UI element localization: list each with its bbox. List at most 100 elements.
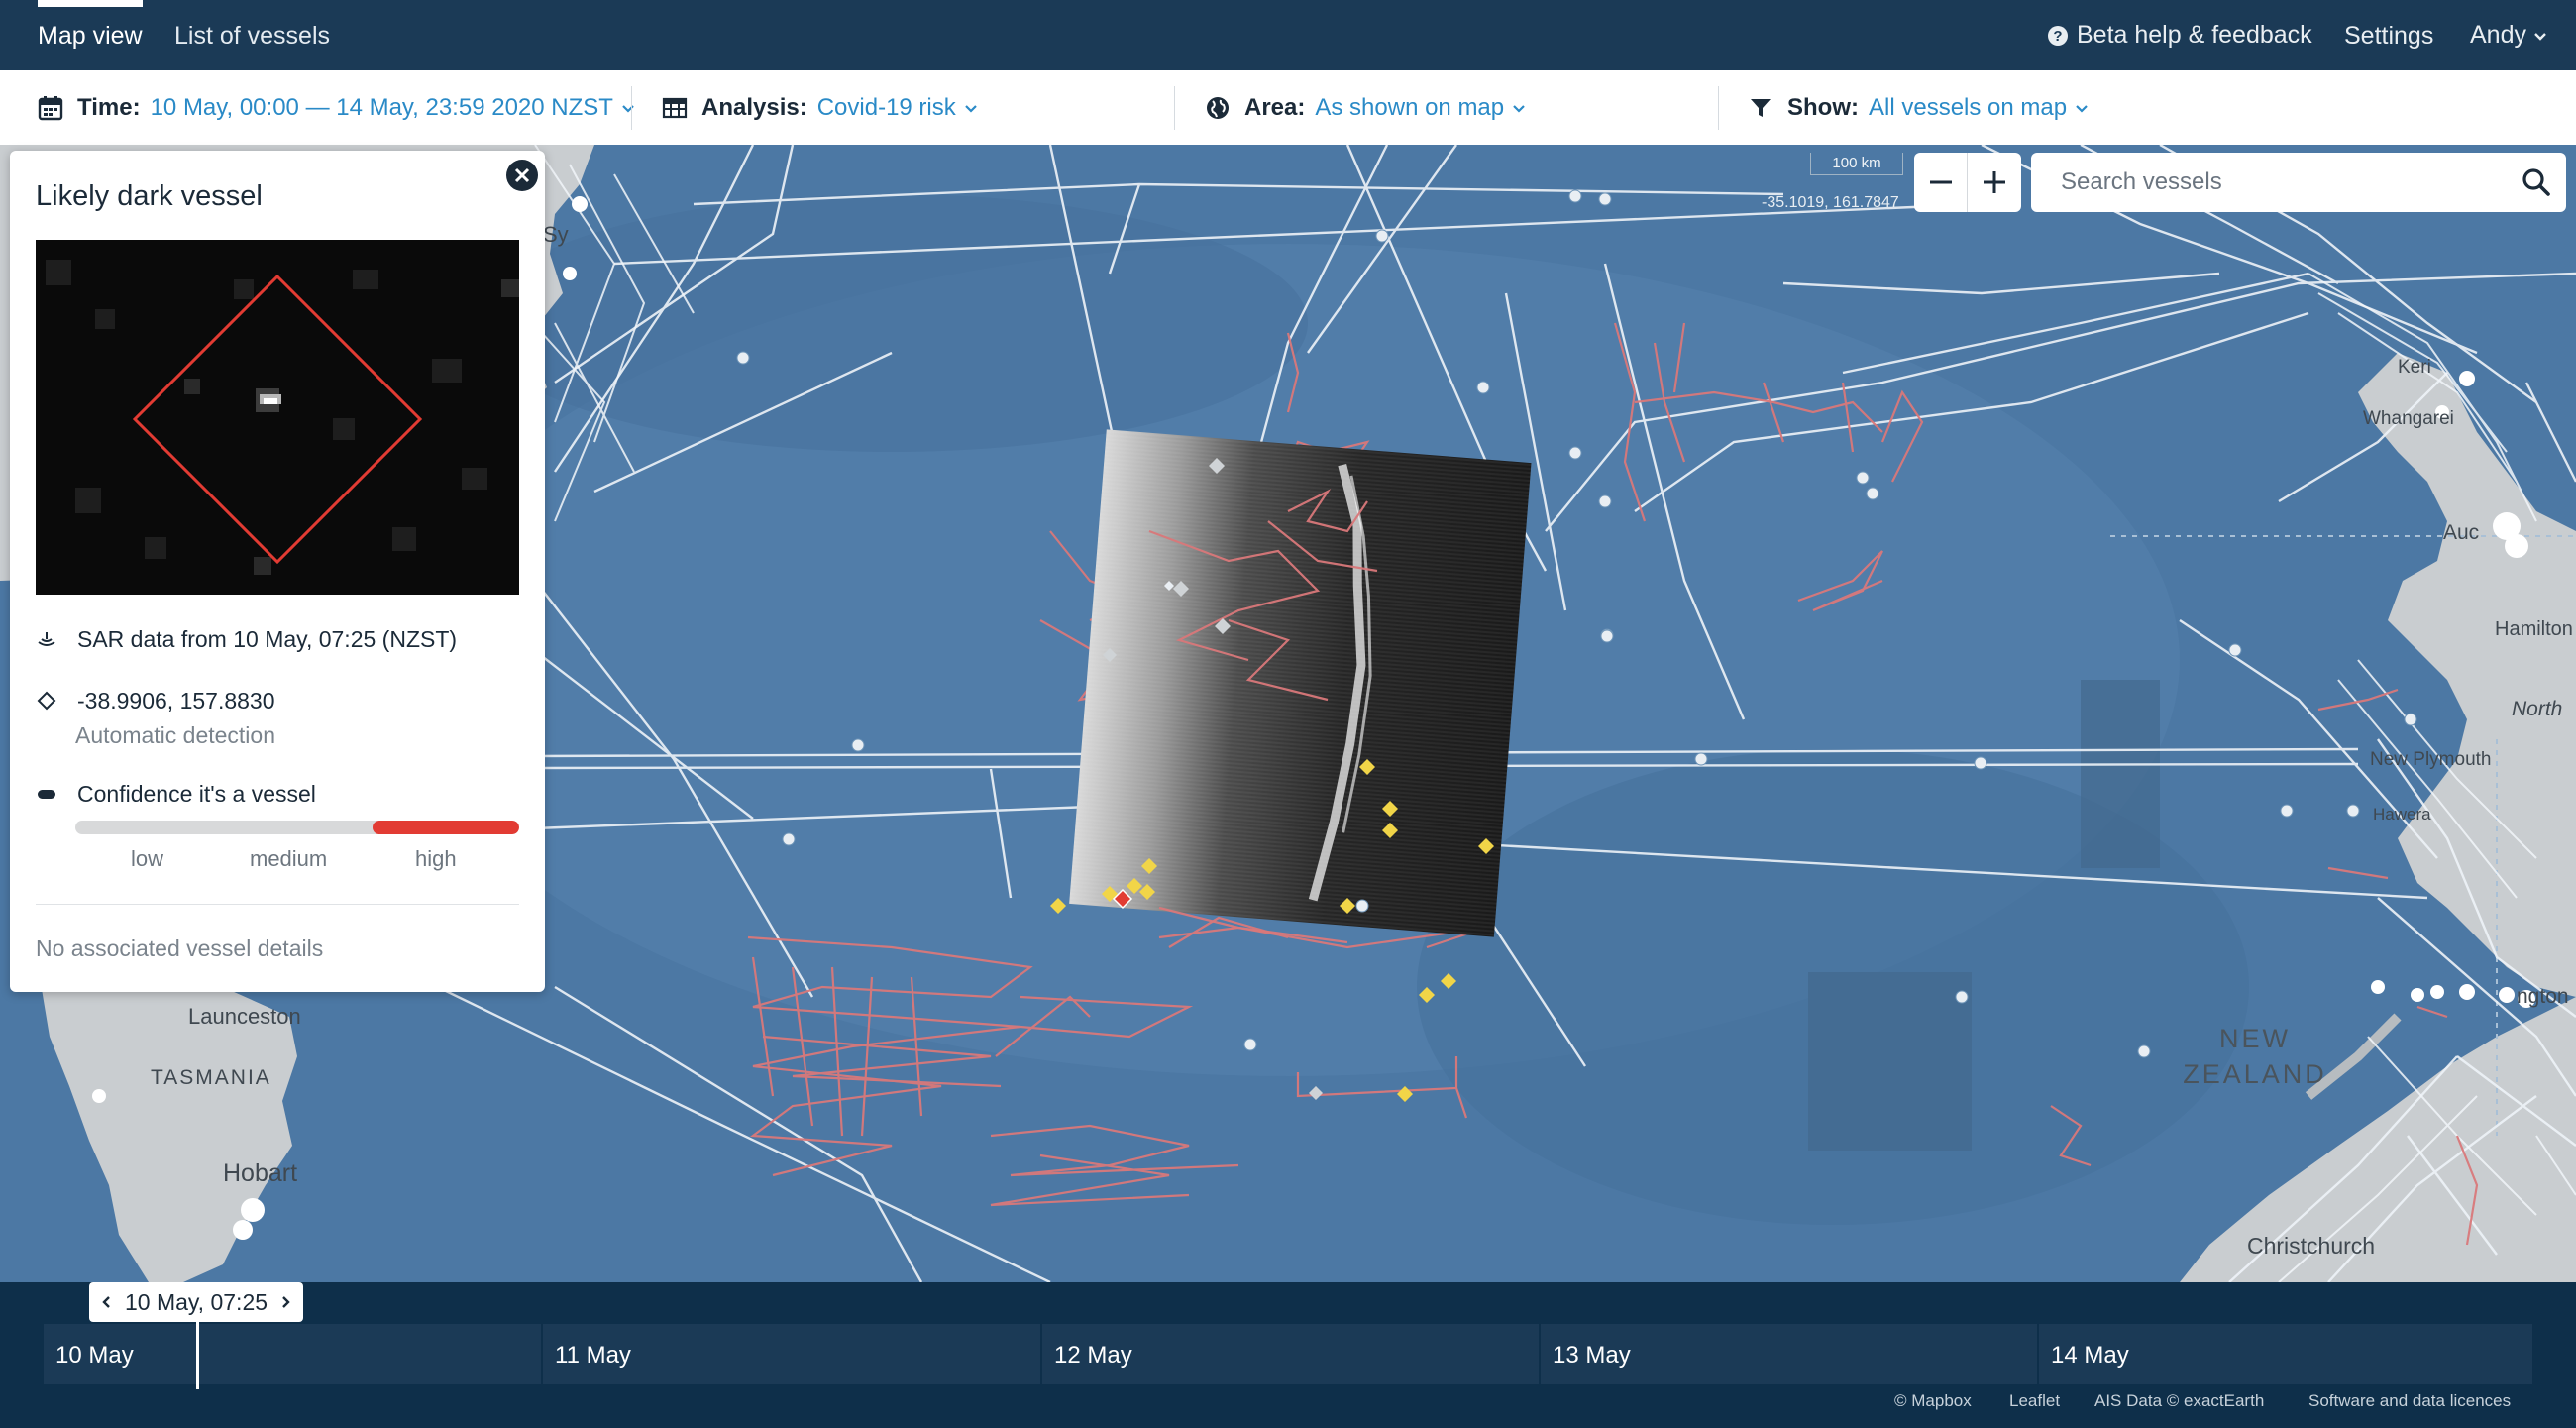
tab-map-view-label: Map view [38, 22, 143, 50]
calendar-icon [38, 95, 63, 120]
zoom-control [1914, 153, 2021, 212]
table-icon [662, 97, 688, 118]
confidence-scale-low: low [131, 846, 164, 871]
timeline-day-label: 14 May [2051, 1342, 2129, 1369]
map-label-auckland: Auc [2443, 521, 2480, 544]
timeline-day[interactable]: 14 May [2037, 1324, 2532, 1384]
chevron-right-icon[interactable] [277, 1294, 293, 1310]
tab-map-view[interactable]: Map view [38, 0, 143, 70]
globe-icon [1207, 96, 1229, 119]
timeline-day-label: 10 May [55, 1342, 134, 1369]
sar-thumbnail [36, 240, 519, 595]
credit-licences[interactable]: Software and data licences [2308, 1391, 2511, 1411]
area-filter[interactable]: Area: As shown on map [1205, 70, 1526, 145]
credit-leaflet[interactable]: Leaflet [2009, 1391, 2060, 1411]
map-label-hawera: Hawera [2373, 805, 2431, 824]
map-label-hobart: Hobart [223, 1159, 298, 1187]
zoom-out-button[interactable] [1914, 153, 1967, 212]
search-input[interactable] [2059, 167, 2489, 197]
divider [1174, 86, 1175, 130]
top-navigation: Map view List of vessels ? Beta help & f… [0, 0, 2576, 70]
map-scale: 100 km [1810, 153, 1903, 175]
map-label-hamilton: Hamilton [2495, 618, 2573, 640]
map-label-wellington: ngton [2517, 985, 2569, 1008]
area-filter-label: Area: [1244, 93, 1306, 121]
coordinates-row: -38.9906, 157.8830 [36, 688, 275, 714]
show-filter[interactable]: Show: All vessels on map [1748, 70, 2089, 145]
show-filter-label: Show: [1787, 93, 1859, 121]
vessel-search [2031, 153, 2566, 212]
divider [631, 86, 632, 130]
diamond-icon [37, 691, 56, 711]
map-label-christchurch: Christchurch [2247, 1233, 2376, 1259]
user-menu[interactable]: Andy [2470, 0, 2548, 70]
timeline-day[interactable]: 13 May [1539, 1324, 2037, 1384]
map-label-new-zealand: NEW ZEALAND [2183, 1024, 2327, 1089]
help-feedback-label: Beta help & feedback [2077, 21, 2312, 49]
credit-ais-data[interactable]: AIS Data © exactEarth [2094, 1391, 2264, 1411]
map-label-kerikeri: Keri [2398, 357, 2431, 378]
panel-title: Likely dark vessel [36, 180, 263, 212]
vessel-detail-panel: Likely dark vessel SAR data from 10 May,… [10, 151, 545, 992]
close-icon[interactable] [505, 159, 539, 192]
confidence-row: Confidence it's a vessel [36, 781, 316, 808]
detection-type: Automatic detection [75, 722, 276, 748]
analysis-filter[interactable]: Analysis: Covid-19 risk [662, 70, 978, 145]
sar-data-row: SAR data from 10 May, 07:25 (NZST) [36, 626, 457, 653]
chevron-down-icon [622, 104, 634, 113]
analysis-filter-value: Covid-19 risk [816, 93, 956, 121]
settings-label: Settings [2344, 22, 2434, 50]
coordinate-readout: -35.1019, 161.7847 [1762, 194, 1899, 211]
coordinates-text: -38.9906, 157.8830 [77, 688, 275, 714]
map-scale-label: 100 km [1832, 155, 1881, 171]
confidence-bar [75, 821, 519, 834]
map-label-sydney: Sy [543, 222, 569, 247]
chevron-down-icon [2534, 32, 2546, 41]
timeline-current-label: 10 May, 07:25 [124, 1288, 268, 1315]
chevron-left-icon[interactable] [99, 1294, 115, 1310]
confidence-label: Confidence it's a vessel [77, 781, 316, 807]
map-label-tasmania: TASMANIA [151, 1066, 271, 1089]
vessel-pill-icon [38, 790, 55, 799]
timeline-day-label: 12 May [1054, 1342, 1132, 1369]
filter-icon [1751, 98, 1771, 117]
confidence-scale-high: high [415, 846, 457, 871]
timeline: 10 May 11 May 12 May 13 May 14 May 10 Ma… [0, 1282, 2576, 1428]
tab-list-of-vessels[interactable]: List of vessels [174, 0, 330, 70]
timeline-day[interactable]: 12 May [1040, 1324, 1539, 1384]
map-label-launceston: Launceston [188, 1004, 301, 1029]
plus-icon [1983, 171, 2005, 193]
map-label-north: North [2512, 698, 2563, 720]
confidence-bar-fill [373, 821, 519, 834]
settings-link[interactable]: Settings [2344, 0, 2433, 70]
sar-data-text: SAR data from 10 May, 07:25 (NZST) [77, 626, 458, 652]
timeline-day[interactable]: 11 May [541, 1324, 1040, 1384]
confidence-scale-medium: medium [250, 846, 328, 871]
timeline-day[interactable]: 10 May [42, 1324, 541, 1384]
time-filter-value: 10 May, 00:00 — 14 May, 23:59 2020 NZST [150, 93, 613, 121]
search-icon[interactable] [2521, 166, 2552, 198]
satellite-icon [38, 632, 55, 646]
chevron-down-icon [964, 104, 977, 113]
no-vessel-details: No associated vessel details [36, 935, 324, 961]
show-filter-value: All vessels on map [1869, 93, 2068, 121]
svg-text:?: ? [2053, 28, 2062, 45]
time-filter[interactable]: Time: 10 May, 00:00 — 14 May, 23:59 2020… [38, 70, 635, 145]
credit-mapbox[interactable]: © Mapbox [1894, 1391, 1972, 1411]
timeline-current-time: 10 May, 07:25 [89, 1282, 303, 1322]
timeline-day-label: 13 May [1553, 1342, 1631, 1369]
help-feedback-link[interactable]: ? Beta help & feedback [2047, 0, 2312, 70]
zoom-in-button[interactable] [1968, 153, 2020, 212]
timeline-day-label: 11 May [555, 1342, 631, 1369]
time-filter-label: Time: [77, 93, 141, 121]
map-label-new-plymouth: New Plymouth [2370, 749, 2492, 770]
analysis-filter-label: Analysis: [701, 93, 807, 121]
divider [1718, 86, 1719, 130]
chevron-down-icon [1513, 104, 1525, 113]
tab-list-of-vessels-label: List of vessels [174, 22, 331, 50]
chevron-down-icon [2076, 104, 2088, 113]
timeline-cursor[interactable] [196, 1322, 199, 1389]
minus-icon [1929, 180, 1952, 184]
help-icon: ? [2048, 25, 2068, 46]
user-name: Andy [2470, 21, 2526, 49]
